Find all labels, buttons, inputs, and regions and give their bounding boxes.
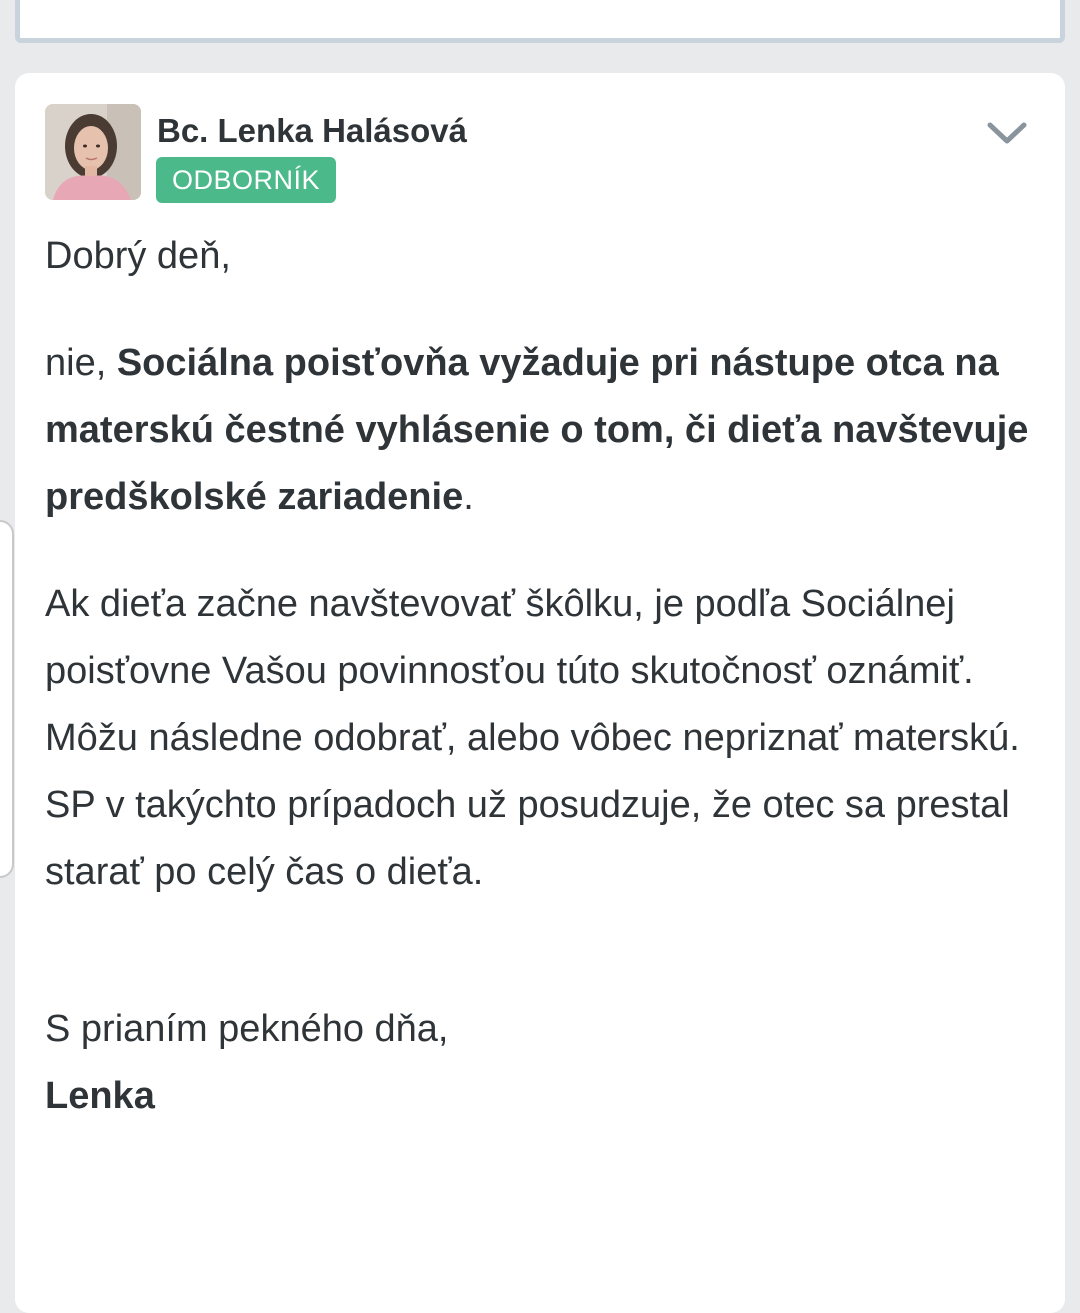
answer-paragraph-1: nie, Sociálna poisťovňa vyžaduje pri nás…: [45, 330, 1045, 531]
answer-body: Dobrý deň, nie, Sociálna poisťovňa vyžad…: [45, 223, 1045, 1130]
signature-text: Lenka: [45, 1063, 1045, 1130]
greeting-text: Dobrý deň,: [45, 235, 231, 277]
paragraph-1-highlight: Sociálna poisťovňa vyžaduje pri nástupe …: [45, 342, 1029, 518]
previous-card-bottom: [15, 0, 1065, 43]
role-badge: ODBORNÍK: [156, 157, 337, 203]
paragraph-1-suffix: .: [463, 476, 474, 518]
avatar[interactable]: [45, 104, 141, 200]
chevron-down-icon[interactable]: [985, 118, 1029, 148]
signature-name: Lenka: [45, 1075, 155, 1117]
answer-paragraph-2: Ak dieťa začne navštevovať škôlku, je po…: [45, 583, 1020, 893]
answer-header: Bc. Lenka Halásová ODBORNÍK: [45, 104, 1035, 204]
closing-text: S prianím pekného dňa,: [45, 1008, 449, 1050]
answer-card: Bc. Lenka Halásová ODBORNÍK Dobrý deň, n…: [15, 73, 1065, 1313]
side-scroll-handle[interactable]: [0, 520, 14, 878]
author-name[interactable]: Bc. Lenka Halásová: [157, 112, 467, 150]
paragraph-1-prefix: nie,: [45, 342, 117, 384]
